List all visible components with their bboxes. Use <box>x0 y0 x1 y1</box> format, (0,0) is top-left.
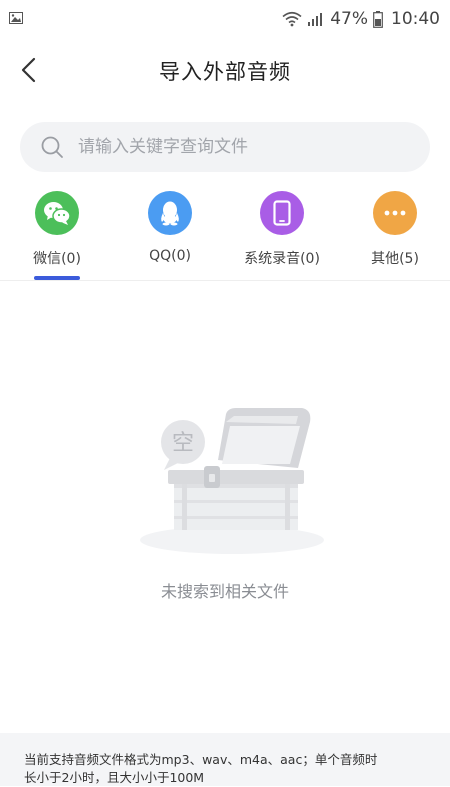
format-note: 当前支持音频文件格式为mp3、wav、m4a、aac；单个音频时 长小于2小时，… <box>0 733 450 786</box>
more-dots-icon <box>373 191 417 235</box>
tab-other[interactable]: 其他(5) <box>339 191 450 281</box>
empty-message: 未搜索到相关文件 <box>160 582 289 601</box>
phone-icon <box>260 191 304 235</box>
page-title: 导入外部音频 <box>159 60 291 84</box>
format-note-line-1: 当前支持音频文件格式为mp3、wav、m4a、aac；单个音频时 <box>24 752 378 767</box>
tab-wechat-label: 微信(0) <box>33 251 81 267</box>
tabs-divider <box>0 280 450 281</box>
tab-system-recording[interactable]: 系统录音(0) <box>226 191 338 281</box>
tab-wechat[interactable]: 微信(0) <box>1 191 113 281</box>
status-time: 10:40 <box>391 9 440 29</box>
tab-qq[interactable]: QQ(0) <box>114 191 226 281</box>
search-box[interactable] <box>20 122 430 172</box>
tab-system-recording-label: 系统录音(0) <box>244 251 320 267</box>
status-bar: 47% 10:40 <box>0 0 450 38</box>
battery-icon <box>373 10 383 28</box>
search-input[interactable] <box>76 136 400 158</box>
search-icon <box>41 136 63 158</box>
battery-percent: 47% <box>330 9 368 29</box>
status-right: 47% 10:40 <box>282 9 440 29</box>
empty-badge-text: 空 <box>172 431 194 456</box>
header: 导入外部音频 <box>0 38 450 102</box>
format-note-line-2: 长小于2小时，且大小小于100M <box>24 770 205 785</box>
empty-chest-icon: 空 <box>140 408 324 554</box>
wechat-icon <box>35 191 79 235</box>
signal-icon <box>308 13 323 26</box>
tab-other-label: 其他(5) <box>371 251 419 267</box>
source-tabs: 微信(0) QQ(0) 系统录音(0) 其他(5) <box>0 191 450 281</box>
image-icon <box>9 12 23 24</box>
qq-penguin-icon <box>148 191 192 235</box>
wifi-icon <box>282 11 302 27</box>
tab-qq-label: QQ(0) <box>149 248 191 264</box>
